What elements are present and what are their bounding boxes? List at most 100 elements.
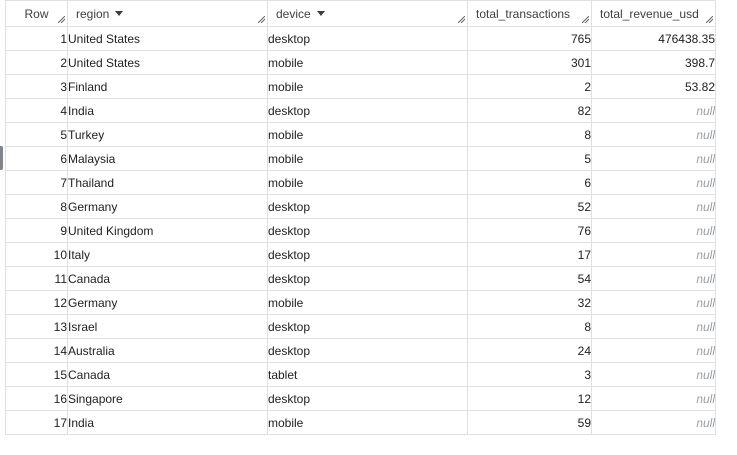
region-cell[interactable]: Thailand (67, 170, 268, 195)
total-transactions-cell[interactable]: 24 (467, 338, 592, 363)
total-transactions-cell[interactable]: 8 (467, 314, 592, 339)
device-cell[interactable]: desktop (267, 194, 468, 219)
device-cell[interactable]: desktop (267, 266, 468, 291)
column-header-total-transactions[interactable]: total_transactions (467, 0, 592, 27)
total-transactions-cell[interactable]: 6 (467, 170, 592, 195)
device-cell[interactable]: mobile (267, 146, 468, 171)
total-revenue-usd-null-cell[interactable]: null (591, 266, 716, 291)
column-header-total-revenue-usd[interactable]: total_revenue_usd (591, 0, 716, 27)
total-revenue-usd-null-cell[interactable]: null (591, 194, 716, 219)
total-revenue-usd-null-cell[interactable]: null (591, 218, 716, 243)
total-transactions-cell[interactable]: 3 (467, 362, 592, 387)
total-revenue-usd-null-cell[interactable]: null (591, 122, 716, 147)
total-transactions-cell[interactable]: 54 (467, 266, 592, 291)
table-row[interactable]: 11 Canada desktop 54 null (5, 266, 716, 291)
region-cell[interactable]: Singapore (67, 386, 268, 411)
device-cell[interactable]: desktop (267, 314, 468, 339)
total-revenue-usd-null-cell[interactable]: null (591, 362, 716, 387)
region-cell[interactable]: Israel (67, 314, 268, 339)
table-row[interactable]: 4 India desktop 82 null (5, 98, 716, 123)
column-header-region[interactable]: region (67, 0, 268, 27)
table-row[interactable]: 3 Finland mobile 2 53.82 (5, 74, 716, 99)
device-cell[interactable]: desktop (267, 98, 468, 123)
total-revenue-usd-null-cell[interactable]: null (591, 98, 716, 123)
resize-handle-icon[interactable] (458, 16, 465, 23)
device-cell[interactable]: desktop (267, 338, 468, 363)
total-transactions-cell[interactable]: 52 (467, 194, 592, 219)
device-cell[interactable]: desktop (267, 26, 468, 51)
region-cell[interactable]: Australia (67, 338, 268, 363)
panel-drag-handle[interactable] (0, 146, 3, 170)
resize-handle-icon[interactable] (582, 16, 589, 23)
total-transactions-cell[interactable]: 12 (467, 386, 592, 411)
total-transactions-cell[interactable]: 2 (467, 74, 592, 99)
region-cell[interactable]: Canada (67, 266, 268, 291)
region-cell[interactable]: Turkey (67, 122, 268, 147)
device-cell[interactable]: desktop (267, 218, 468, 243)
total-revenue-usd-null-cell[interactable]: null (591, 386, 716, 411)
total-revenue-usd-null-cell[interactable]: null (591, 290, 716, 315)
table-row[interactable]: 2 United States mobile 301 398.7 (5, 50, 716, 75)
region-cell[interactable]: United States (67, 50, 268, 75)
region-cell[interactable]: Canada (67, 362, 268, 387)
device-cell[interactable]: tablet (267, 362, 468, 387)
column-header-device[interactable]: device (267, 0, 468, 27)
region-cell[interactable]: Germany (67, 290, 268, 315)
total-transactions-cell[interactable]: 301 (467, 50, 592, 75)
total-transactions-cell[interactable]: 82 (467, 98, 592, 123)
region-cell[interactable]: Italy (67, 242, 268, 267)
total-revenue-usd-null-cell[interactable]: null (591, 242, 716, 267)
column-header-row[interactable]: Row (5, 0, 68, 27)
total-revenue-usd-cell[interactable]: 53.82 (591, 74, 716, 99)
table-row[interactable]: 10 Italy desktop 17 null (5, 242, 716, 267)
device-cell[interactable]: desktop (267, 386, 468, 411)
region-cell[interactable]: India (67, 410, 268, 435)
device-cell[interactable]: mobile (267, 122, 468, 147)
total-transactions-cell[interactable]: 5 (467, 146, 592, 171)
total-revenue-usd-null-cell[interactable]: null (591, 146, 716, 171)
total-revenue-usd-null-cell[interactable]: null (591, 314, 716, 339)
row-number-cell: 15 (5, 362, 68, 387)
total-transactions-cell[interactable]: 765 (467, 26, 592, 51)
device-cell[interactable]: mobile (267, 50, 468, 75)
table-row[interactable]: 17 India mobile 59 null (5, 410, 716, 435)
region-cell[interactable]: United Kingdom (67, 218, 268, 243)
region-cell[interactable]: United States (67, 26, 268, 51)
resize-handle-icon[interactable] (258, 16, 265, 23)
device-cell[interactable]: mobile (267, 170, 468, 195)
total-transactions-cell[interactable]: 8 (467, 122, 592, 147)
table-row[interactable]: 15 Canada tablet 3 null (5, 362, 716, 387)
table-row[interactable]: 6 Malaysia mobile 5 null (5, 146, 716, 171)
table-row[interactable]: 5 Turkey mobile 8 null (5, 122, 716, 147)
chevron-down-icon[interactable] (316, 11, 325, 16)
device-cell[interactable]: mobile (267, 410, 468, 435)
region-cell[interactable]: Finland (67, 74, 268, 99)
region-cell[interactable]: Malaysia (67, 146, 268, 171)
total-revenue-usd-null-cell[interactable]: null (591, 338, 716, 363)
device-cell[interactable]: mobile (267, 290, 468, 315)
total-revenue-usd-cell[interactable]: 476438.35 (591, 26, 716, 51)
total-transactions-cell[interactable]: 76 (467, 218, 592, 243)
table-row[interactable]: 8 Germany desktop 52 null (5, 194, 716, 219)
chevron-down-icon[interactable] (115, 11, 124, 16)
table-row[interactable]: 7 Thailand mobile 6 null (5, 170, 716, 195)
total-revenue-usd-null-cell[interactable]: null (591, 410, 716, 435)
table-row[interactable]: 9 United Kingdom desktop 76 null (5, 218, 716, 243)
region-cell[interactable]: India (67, 98, 268, 123)
device-cell[interactable]: mobile (267, 74, 468, 99)
device-cell[interactable]: desktop (267, 242, 468, 267)
table-row[interactable]: 14 Australia desktop 24 null (5, 338, 716, 363)
resize-handle-icon[interactable] (58, 16, 65, 23)
total-revenue-usd-cell[interactable]: 398.7 (591, 50, 716, 75)
row-number-cell: 2 (5, 50, 68, 75)
table-row[interactable]: 13 Israel desktop 8 null (5, 314, 716, 339)
resize-handle-icon[interactable] (706, 16, 713, 23)
total-transactions-cell[interactable]: 17 (467, 242, 592, 267)
region-cell[interactable]: Germany (67, 194, 268, 219)
table-row[interactable]: 1 United States desktop 765 476438.35 (5, 26, 716, 51)
table-row[interactable]: 16 Singapore desktop 12 null (5, 386, 716, 411)
table-row[interactable]: 12 Germany mobile 32 null (5, 290, 716, 315)
total-transactions-cell[interactable]: 59 (467, 410, 592, 435)
total-revenue-usd-null-cell[interactable]: null (591, 170, 716, 195)
total-transactions-cell[interactable]: 32 (467, 290, 592, 315)
